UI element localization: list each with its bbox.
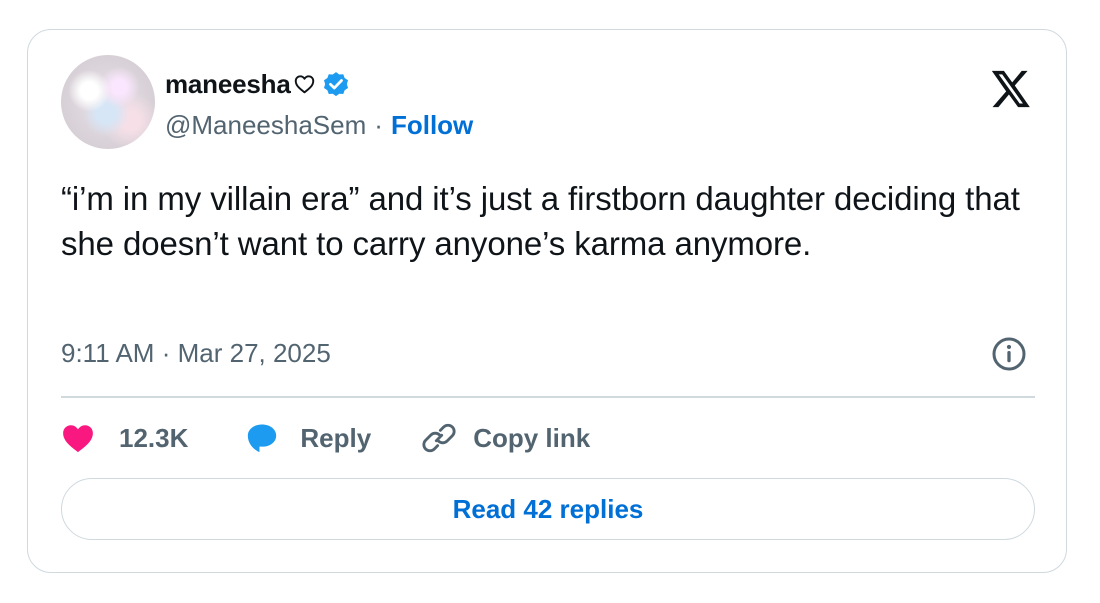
heart-icon xyxy=(63,425,93,453)
timestamp-separator: · xyxy=(161,338,171,368)
separator-dot: · xyxy=(374,109,383,140)
tweet-time: 9:11 AM xyxy=(61,338,155,368)
author-handle[interactable]: @ManeeshaSem xyxy=(165,110,366,141)
tweet-timestamp[interactable]: 9:11 AM · Mar 27, 2025 xyxy=(61,338,331,369)
follow-button[interactable]: Follow xyxy=(391,110,473,141)
author-display-name[interactable]: maneesha xyxy=(165,69,291,100)
like-count: 12.3K xyxy=(119,422,189,453)
tweet-date: Mar 27, 2025 xyxy=(177,338,331,368)
like-button[interactable]: 12.3K xyxy=(61,422,188,454)
reply-button[interactable]: Reply xyxy=(244,421,371,455)
read-replies-button[interactable]: Read 42 replies xyxy=(61,478,1035,540)
verified-badge-icon xyxy=(323,72,348,97)
copy-link-button[interactable]: Copy link xyxy=(421,420,590,456)
divider xyxy=(61,396,1035,398)
author-name-row: maneesha xyxy=(165,66,351,102)
heart-outline-icon xyxy=(294,75,314,94)
x-logo-icon[interactable] xyxy=(990,70,1032,108)
read-replies-label: Read 42 replies xyxy=(452,493,644,524)
author-handle-row: @ManeeshaSem · Follow xyxy=(165,108,473,142)
info-icon[interactable] xyxy=(991,336,1027,372)
action-bar: 12.3K Reply Copy link xyxy=(61,416,590,460)
tweet-text: “i’m in my villain era” and it’s just a … xyxy=(61,180,1020,262)
speech-bubble-icon xyxy=(248,424,277,453)
reply-label: Reply xyxy=(300,422,372,453)
copy-link-label: Copy link xyxy=(473,422,591,453)
link-icon xyxy=(422,423,456,453)
tweet-card: maneesha @ManeeshaSem · Follow “i’m in m… xyxy=(27,29,1067,573)
avatar[interactable] xyxy=(61,55,155,149)
